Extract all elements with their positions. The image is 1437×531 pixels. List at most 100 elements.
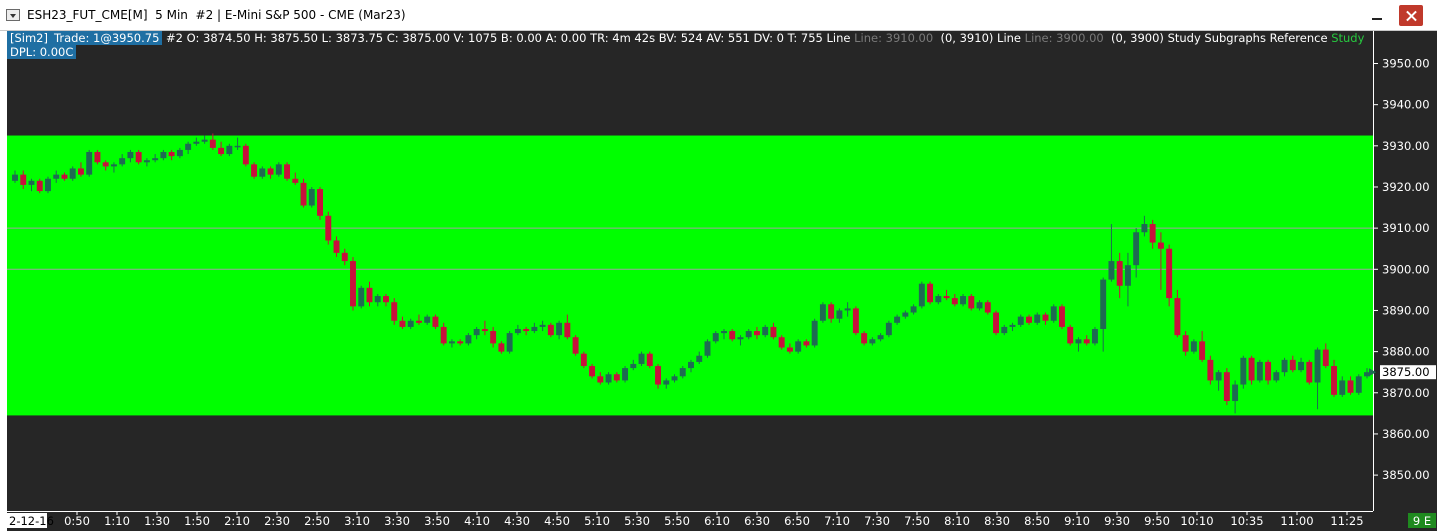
window-left-edge <box>0 31 7 531</box>
line2-coord: (0, 3900) <box>1111 31 1164 45</box>
candle-body <box>572 337 579 354</box>
candle-body <box>1273 372 1280 381</box>
price-tick-label: 3950.00 <box>1382 57 1430 71</box>
candle-body <box>259 168 266 177</box>
candle-body <box>53 174 60 179</box>
candle-body <box>737 337 744 340</box>
chart-menu-icon[interactable] <box>6 9 20 21</box>
candle <box>1240 355 1247 389</box>
candle-body <box>242 145 249 165</box>
candle <box>358 285 365 309</box>
candle <box>572 335 579 356</box>
candle-body <box>28 180 35 185</box>
minimize-icon[interactable] <box>1365 5 1389 26</box>
time-tick-label: 6:50 <box>784 514 810 528</box>
time-tick-label: 6:10 <box>704 514 730 528</box>
candle-body <box>251 164 258 177</box>
candle <box>580 351 587 369</box>
candle-body <box>1034 314 1041 323</box>
time-tick-label: 8:30 <box>984 514 1010 528</box>
candle <box>547 322 554 338</box>
price-tick-label: 3910.00 <box>1382 221 1430 235</box>
candle-body <box>745 331 752 338</box>
candle-body <box>795 341 802 352</box>
candle-body <box>885 322 892 336</box>
candle-body <box>1240 357 1247 385</box>
candle-body <box>1026 316 1032 323</box>
candle-body <box>638 353 645 364</box>
candle-body <box>1001 326 1008 334</box>
candle-body <box>778 337 785 348</box>
candle-body <box>160 151 167 159</box>
candle <box>242 143 249 167</box>
window-title: ESH23_FUT_CME[M] 5 Min #2 | E-Mini S&P 5… <box>27 8 406 22</box>
time-tick-label: 3:30 <box>384 514 410 528</box>
candle-body <box>1215 372 1222 381</box>
candle-body <box>894 316 901 323</box>
candle-body <box>729 331 736 340</box>
candle-body <box>350 261 356 307</box>
candle-body <box>704 341 711 356</box>
candle-body <box>580 353 587 367</box>
price-axis[interactable]: 3950.00 3940.00 3930.00 3920.00 3910.00 3900.… <box>1369 31 1437 511</box>
sim-badge[interactable]: [Sim2] <box>7 31 51 45</box>
time-tick-label: 4:30 <box>504 514 530 528</box>
time-axis[interactable]: 2-12-16 0:50 1:10 1:30 1:50 2:10 2:30 2:50 3:10 3… <box>7 511 1437 531</box>
candle <box>1059 304 1065 329</box>
candle-body <box>1314 349 1321 383</box>
candle-body <box>1347 380 1354 393</box>
candle-body <box>490 331 497 344</box>
candle-body <box>358 287 365 307</box>
candle <box>993 310 999 336</box>
time-tick-label: 9:50 <box>1144 514 1170 528</box>
candle-body <box>94 151 101 163</box>
line2-label: Line: 3900.00 <box>1024 31 1104 45</box>
candle-body <box>688 361 694 369</box>
candle-body <box>317 189 323 216</box>
price-tick-label: 3870.00 <box>1382 386 1430 400</box>
candle-body <box>201 139 208 142</box>
candle-body <box>1166 248 1173 299</box>
candle-body <box>168 151 175 157</box>
price-tick-label: 3930.00 <box>1382 139 1430 153</box>
candle-body <box>102 162 109 167</box>
candle-body <box>993 312 999 334</box>
candle <box>1067 324 1074 346</box>
candle <box>1091 326 1098 346</box>
candle <box>1207 355 1214 385</box>
candle-body <box>1042 314 1049 321</box>
candle-body <box>415 320 422 323</box>
candle <box>135 149 142 165</box>
candle-body <box>1207 359 1214 381</box>
status-badge[interactable]: 9 E <box>1413 514 1431 528</box>
candle-body <box>1157 242 1164 249</box>
candle-body <box>127 151 134 159</box>
candlestick-chart[interactable]: 3950.00 3940.00 3930.00 3920.00 3910.00 3900.… <box>7 31 1437 531</box>
time-tick-label: 3:50 <box>424 514 450 528</box>
candle-body <box>1306 361 1313 383</box>
candle <box>1166 244 1173 307</box>
candle-body <box>20 174 27 185</box>
candle-body <box>333 240 340 253</box>
close-icon[interactable] <box>1399 5 1423 26</box>
candle-body <box>69 168 76 179</box>
candle-body <box>1133 232 1140 266</box>
candle-body <box>45 178 51 192</box>
title-bar[interactable]: ESH23_FUT_CME[M] 5 Min #2 | E-Mini S&P 5… <box>0 0 1437 31</box>
candle-body <box>1289 359 1296 371</box>
chart-area[interactable]: 3950.00 3940.00 3930.00 3920.00 3910.00 3900.… <box>7 31 1437 531</box>
study-label: Study <box>1331 31 1365 45</box>
candle-body <box>770 326 777 338</box>
candle-body <box>984 302 991 313</box>
candle <box>918 281 925 309</box>
dpl-badge: DPL: 0.00C <box>7 45 77 59</box>
time-tick-label: 1:50 <box>184 514 210 528</box>
candle-body <box>753 331 760 336</box>
candle-body <box>819 304 826 321</box>
candle <box>1256 359 1263 383</box>
candle-body <box>152 158 159 161</box>
candle <box>778 335 785 350</box>
candle <box>1306 359 1313 385</box>
candle-body <box>1116 261 1123 286</box>
trade-info[interactable]: Trade: 1@3950.75 <box>51 31 163 45</box>
